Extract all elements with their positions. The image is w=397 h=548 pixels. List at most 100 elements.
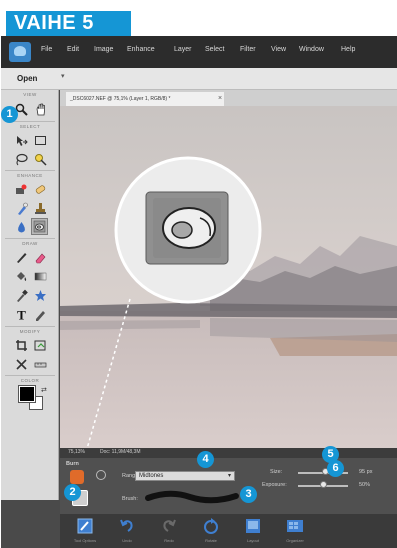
toolbox-section-draw: DRAW bbox=[22, 241, 38, 246]
menu-image[interactable]: Image bbox=[94, 46, 113, 53]
open-bar: Open ▾ bbox=[1, 68, 397, 90]
toolbox-section-enhance: ENHANCE bbox=[17, 173, 43, 178]
rotate-icon bbox=[204, 518, 218, 534]
undo-icon bbox=[120, 519, 133, 532]
document-tab[interactable]: _DSC6027.NEF @ 75,1% (Layer 1, RGB/8) * … bbox=[66, 92, 224, 106]
toolbox-divider bbox=[5, 375, 55, 376]
tool-options-panel: Burn Range: Midtones ▾ Brush: ▾ Size: 95… bbox=[60, 458, 397, 514]
color-picker-tool-icon[interactable] bbox=[13, 287, 30, 304]
organizer-label: Organizer bbox=[286, 538, 304, 543]
undo-button[interactable]: Undo bbox=[110, 516, 144, 546]
bottom-taskbar: Tool Options Undo Redo Rotate Layout Org… bbox=[60, 514, 397, 548]
menu-bar: File Edit Image Enhance Layer Select Fil… bbox=[1, 36, 397, 68]
gradient-tool-icon[interactable] bbox=[32, 268, 49, 285]
toolbox-section-view: VIEW bbox=[23, 92, 37, 97]
range-select[interactable]: Midtones ▾ bbox=[135, 471, 235, 481]
zoom-level[interactable]: 75,13% bbox=[68, 449, 85, 455]
toolbox-section-modify: MODIFY bbox=[19, 329, 41, 334]
menu-edit[interactable]: Edit bbox=[67, 46, 79, 53]
open-dropdown-icon[interactable]: ▾ bbox=[61, 72, 65, 80]
recompose-tool-icon[interactable] bbox=[32, 337, 49, 354]
exposure-label: Exposure: bbox=[262, 482, 287, 488]
size-value[interactable]: 95 px bbox=[359, 469, 372, 475]
exposure-value[interactable]: 50% bbox=[359, 482, 370, 488]
tool-options-button[interactable]: Tool Options bbox=[68, 516, 102, 546]
toolbox: VIEW SELECT ENHANCE DRAW T MODIFY COLOR … bbox=[1, 90, 59, 500]
redo-label: Redo bbox=[164, 538, 174, 543]
brush-preview[interactable] bbox=[142, 486, 242, 510]
blur-tool-icon[interactable] bbox=[13, 219, 30, 236]
red-eye-tool-icon[interactable] bbox=[13, 181, 30, 198]
toolbox-divider bbox=[5, 170, 55, 171]
tool-options-icon bbox=[77, 518, 93, 534]
image-canvas[interactable] bbox=[60, 106, 397, 448]
burn-tool-icon[interactable] bbox=[31, 218, 48, 235]
move-tool-icon[interactable] bbox=[13, 132, 30, 149]
menu-file[interactable]: File bbox=[41, 46, 52, 53]
chevron-down-icon: ▾ bbox=[227, 473, 231, 479]
menu-filter[interactable]: Filter bbox=[240, 46, 256, 53]
callout-badge-4: 4 bbox=[197, 451, 214, 468]
toolbox-divider bbox=[5, 238, 55, 239]
redo-button[interactable]: Redo bbox=[152, 516, 186, 546]
open-button[interactable]: Open bbox=[11, 72, 43, 86]
rotate-label: Rotate bbox=[205, 538, 217, 543]
quick-selection-tool-icon[interactable] bbox=[32, 151, 49, 168]
marquee-tool-icon[interactable] bbox=[32, 132, 49, 149]
eraser-tool-icon[interactable] bbox=[32, 249, 49, 266]
menu-layer[interactable]: Layer bbox=[174, 46, 192, 53]
callout-badge-3: 3 bbox=[240, 486, 257, 503]
status-bar: 75,13% Doc: 11,9M/48,3M bbox=[60, 448, 397, 458]
organizer-button[interactable]: Organizer bbox=[278, 516, 312, 546]
type-tool-icon[interactable]: T bbox=[13, 306, 30, 323]
tool-options-label: Tool Options bbox=[73, 538, 97, 543]
smart-brush-tool-icon[interactable] bbox=[13, 200, 30, 217]
rotate-button[interactable]: Rotate bbox=[194, 516, 228, 546]
menu-enhance[interactable]: Enhance bbox=[127, 46, 155, 53]
document-size: Doc: 11,9M/48,3M bbox=[100, 449, 141, 455]
menu-help[interactable]: Help bbox=[341, 46, 355, 53]
tool-options-title: Burn bbox=[66, 461, 79, 467]
dodge-tool-option-icon[interactable] bbox=[96, 470, 106, 480]
hand-tool-icon[interactable] bbox=[32, 101, 49, 118]
content-aware-move-tool-icon[interactable] bbox=[13, 356, 30, 373]
clone-stamp-tool-icon[interactable] bbox=[32, 200, 49, 217]
callout-badge-6: 6 bbox=[327, 460, 344, 477]
document-tab-title: _DSC6027.NEF @ 75,1% (Layer 1, RGB/8) * bbox=[70, 96, 171, 102]
brush-label: Brush: bbox=[122, 496, 138, 502]
app-logo-icon bbox=[9, 42, 31, 62]
toolbox-divider bbox=[5, 326, 55, 327]
close-icon[interactable]: × bbox=[218, 92, 222, 106]
toolbox-section-select: SELECT bbox=[19, 124, 41, 129]
custom-shape-tool-icon[interactable] bbox=[32, 287, 49, 304]
organizer-icon bbox=[287, 520, 303, 532]
layout-label: Layout bbox=[246, 538, 259, 543]
menu-select[interactable]: Select bbox=[205, 46, 224, 53]
landscape-photo bbox=[60, 106, 397, 448]
exposure-slider-knob[interactable] bbox=[319, 481, 327, 488]
range-value: Midtones bbox=[139, 473, 164, 479]
paint-bucket-tool-icon[interactable] bbox=[13, 268, 30, 285]
brush-tool-icon[interactable] bbox=[13, 249, 30, 266]
lasso-tool-icon[interactable] bbox=[13, 151, 30, 168]
crop-tool-icon[interactable] bbox=[13, 337, 30, 354]
healing-brush-tool-icon[interactable] bbox=[32, 181, 49, 198]
document-tab-bar: _DSC6027.NEF @ 75,1% (Layer 1, RGB/8) * … bbox=[60, 90, 397, 106]
sponge-tool-option-icon[interactable] bbox=[70, 470, 84, 484]
step-banner: VAIHE 5 bbox=[6, 11, 131, 36]
callout-badge-1: 1 bbox=[1, 106, 18, 123]
pencil-tool-icon[interactable] bbox=[32, 306, 49, 323]
layout-button[interactable]: Layout bbox=[236, 516, 270, 546]
menu-view[interactable]: View bbox=[271, 46, 286, 53]
callout-badge-2: 2 bbox=[64, 484, 81, 501]
undo-label: Undo bbox=[122, 538, 132, 543]
swap-colors-icon[interactable]: ⇄ bbox=[41, 386, 47, 394]
foreground-color-swatch[interactable] bbox=[18, 385, 36, 403]
redo-icon bbox=[163, 519, 176, 532]
layout-icon bbox=[246, 519, 260, 533]
svg-text:T: T bbox=[17, 308, 26, 321]
straighten-tool-icon[interactable] bbox=[32, 356, 49, 373]
size-label: Size: bbox=[270, 469, 283, 475]
menu-window[interactable]: Window bbox=[299, 46, 324, 53]
toolbox-section-color: COLOR bbox=[20, 378, 40, 383]
